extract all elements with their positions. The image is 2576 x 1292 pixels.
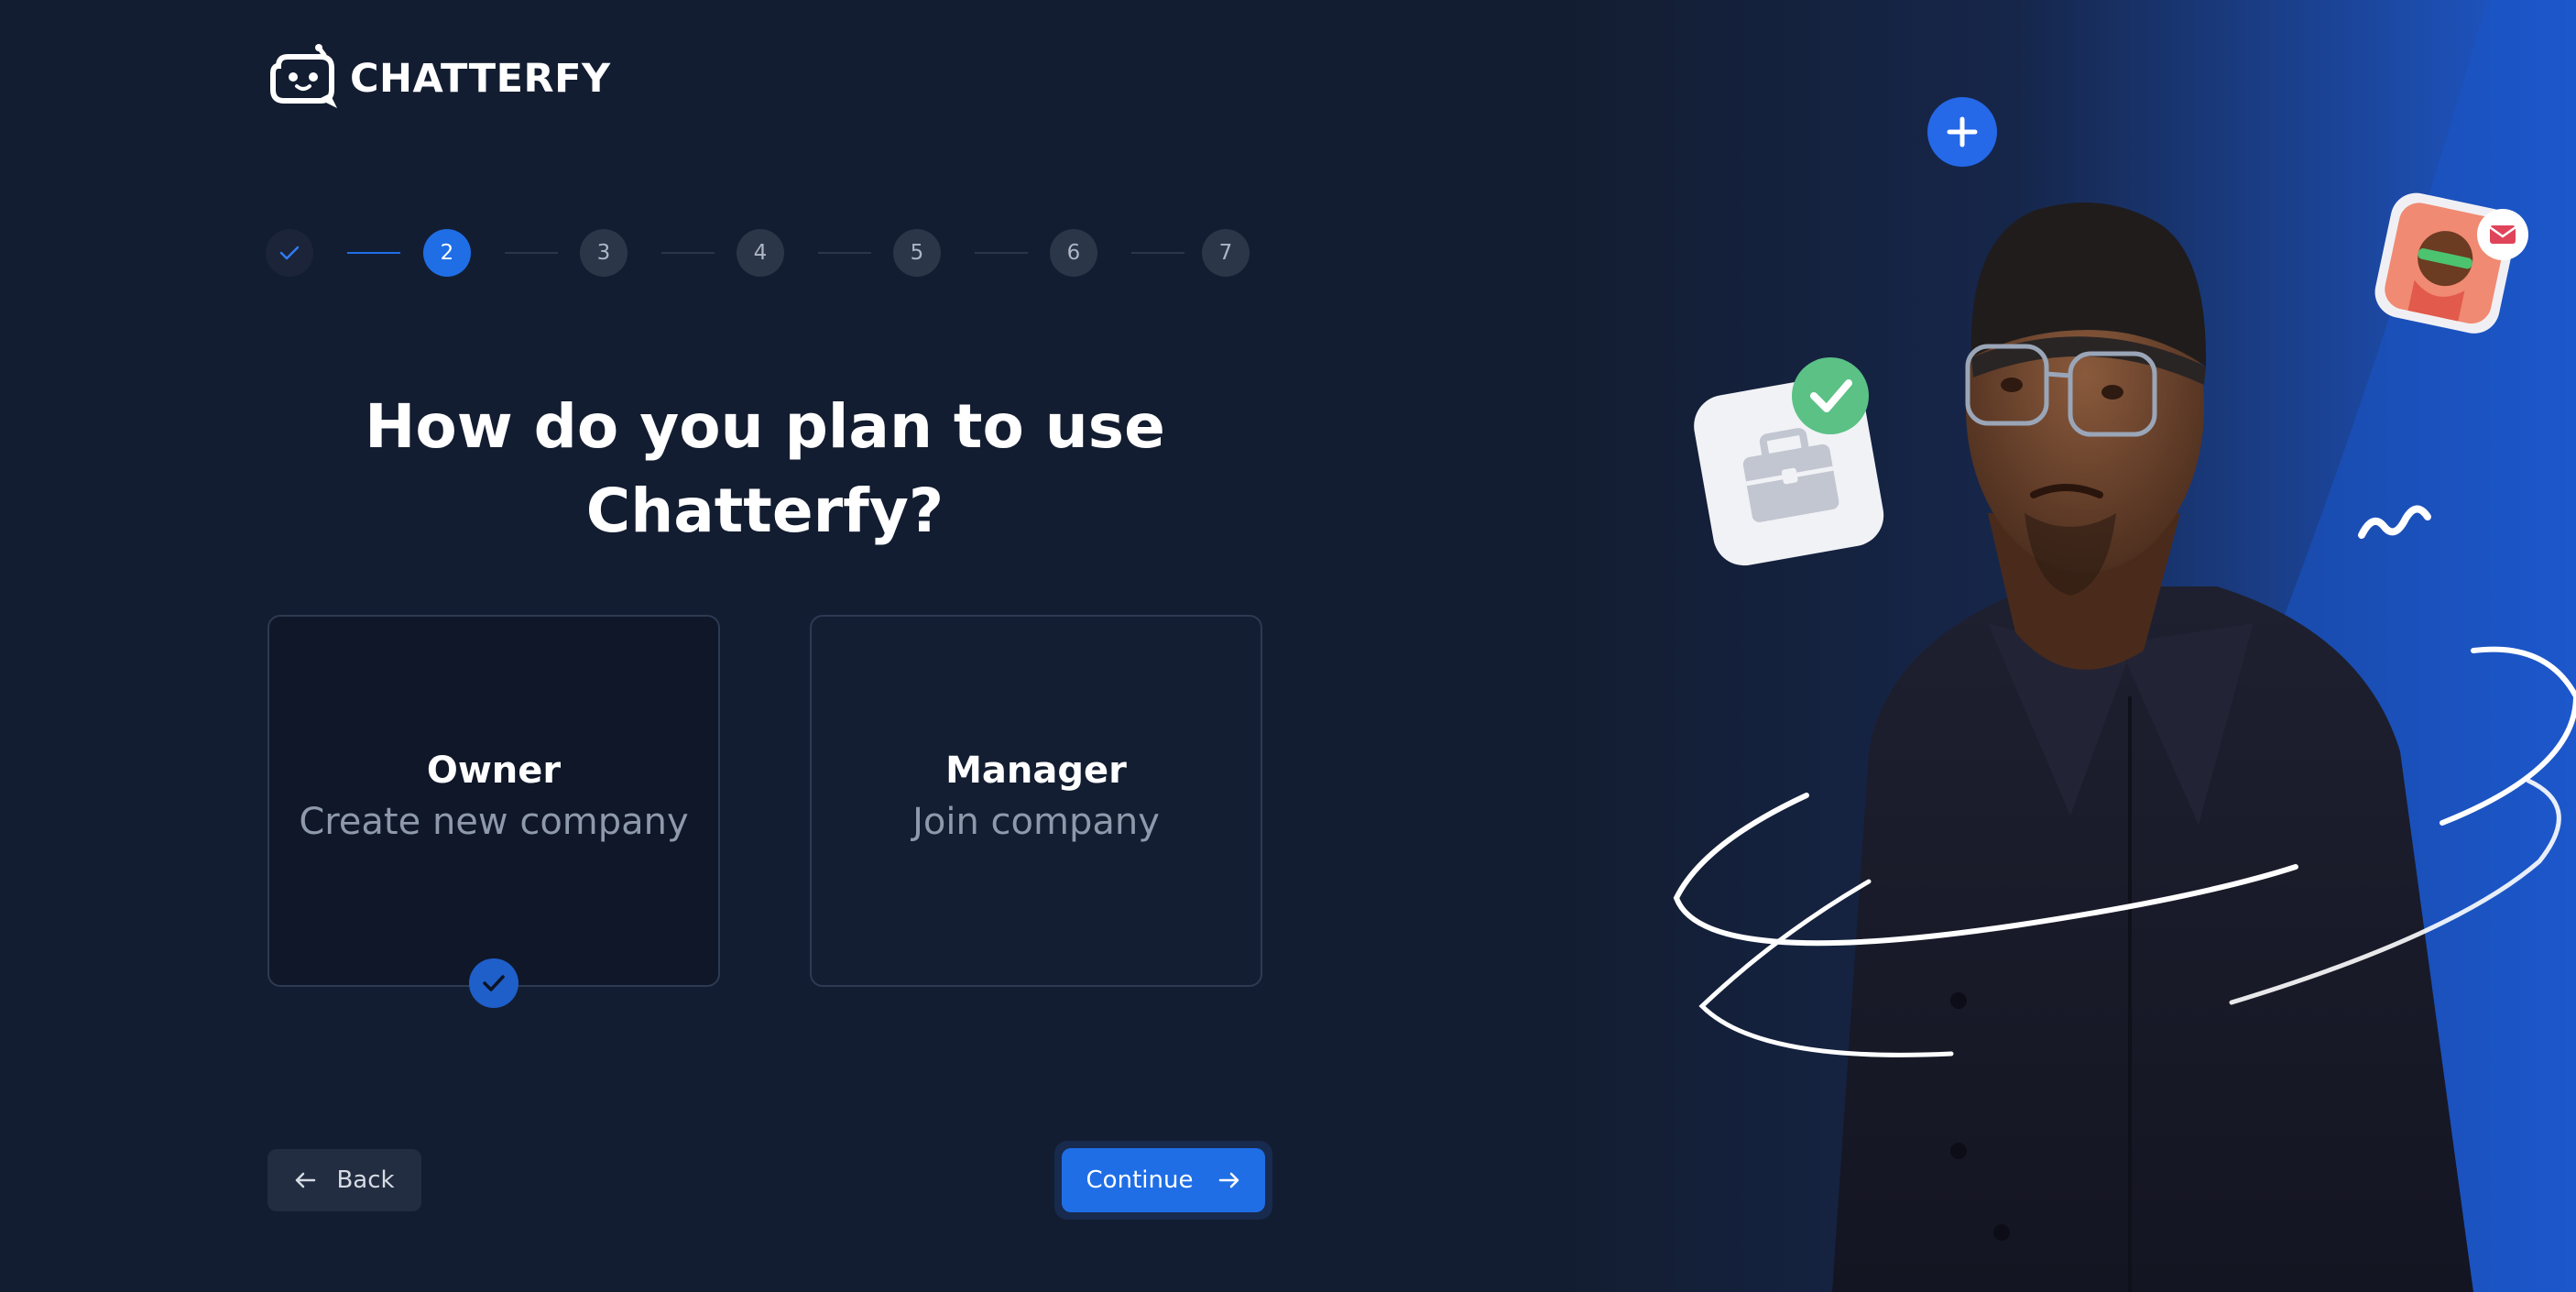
step-connector <box>347 252 400 254</box>
plus-bubble-icon <box>1927 97 1997 167</box>
page-title-line-1: How do you plan to use <box>365 391 1165 462</box>
step-connector <box>1131 252 1184 254</box>
option-subtitle: Create new company <box>299 801 689 843</box>
option-card-manager[interactable]: Manager Join company <box>810 615 1262 987</box>
check-icon <box>483 975 505 991</box>
option-title: Manager <box>945 750 1127 792</box>
step-connector <box>818 252 871 254</box>
back-button[interactable]: Back <box>267 1149 421 1211</box>
step-connector <box>975 252 1028 254</box>
brand-name: CHATTERFY <box>350 56 611 102</box>
selected-check-badge <box>469 958 518 1008</box>
step-2: 2 <box>423 229 471 277</box>
step-connector <box>661 252 715 254</box>
step-3: 3 <box>580 229 628 277</box>
hero-illustration <box>1557 0 2576 1292</box>
step-connector <box>505 252 558 254</box>
checkmark-badge-icon <box>1792 357 1869 434</box>
option-title: Owner <box>426 750 562 792</box>
step-1-completed <box>266 229 313 277</box>
step-6: 6 <box>1050 229 1097 277</box>
hero-artwork <box>1557 0 2576 1292</box>
back-button-label: Back <box>336 1166 395 1194</box>
step-7: 7 <box>1202 229 1250 277</box>
page-title: How do you plan to use Chatterfy? <box>266 385 1264 553</box>
robot-chat-icon <box>270 44 337 108</box>
arrow-right-icon <box>1219 1172 1239 1188</box>
arrow-left-icon <box>296 1172 316 1188</box>
step-4: 4 <box>737 229 784 277</box>
progress-stepper: 2 3 4 5 6 7 <box>266 229 1250 277</box>
continue-button-focus-ring: Continue <box>1054 1141 1272 1220</box>
step-5: 5 <box>893 229 941 277</box>
mail-badge-icon <box>2477 209 2528 260</box>
option-subtitle: Join company <box>912 801 1160 843</box>
continue-button-label: Continue <box>1086 1166 1194 1194</box>
option-card-owner[interactable]: Owner Create new company <box>267 615 720 1008</box>
continue-button[interactable]: Continue <box>1062 1148 1265 1212</box>
check-icon <box>279 246 300 260</box>
brand-logo: CHATTERFY <box>266 42 611 115</box>
page-title-line-2: Chatterfy? <box>585 476 944 546</box>
